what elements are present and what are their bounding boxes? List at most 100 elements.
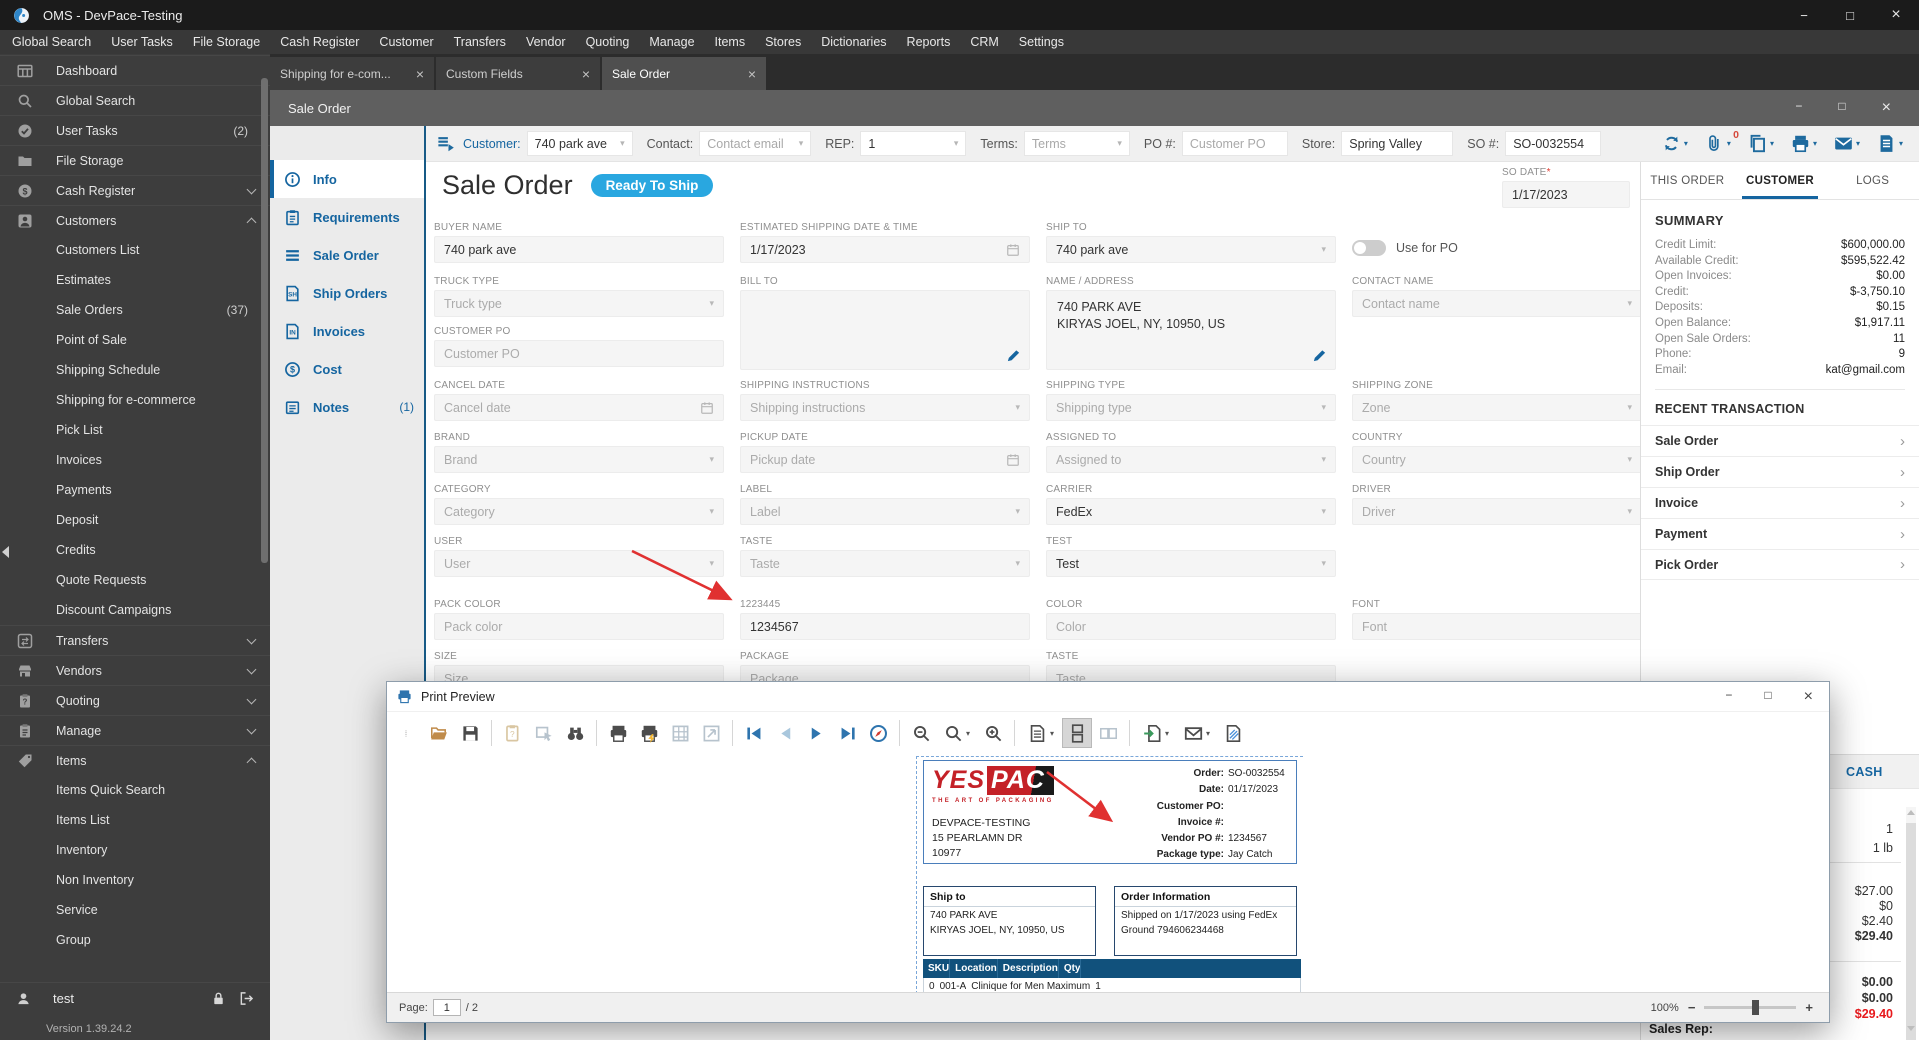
menu-item[interactable]: Cash Register bbox=[270, 30, 369, 54]
sidebar-item[interactable]: Quote Requests bbox=[0, 565, 270, 595]
sidebar-item[interactable]: Shipping Schedule bbox=[0, 355, 270, 385]
lock-icon[interactable] bbox=[211, 991, 226, 1006]
field-input[interactable]: User bbox=[434, 550, 724, 577]
attachment-icon[interactable]: 0 bbox=[1705, 129, 1739, 153]
zoom-slider-thumb[interactable] bbox=[1752, 1000, 1760, 1015]
sidebar-item[interactable]: $ Cash Register bbox=[0, 175, 270, 205]
document-tab[interactable]: Custom Fields bbox=[436, 57, 600, 90]
minimize-button[interactable] bbox=[1795, 99, 1802, 117]
tab-this-order[interactable]: THIS ORDER bbox=[1641, 162, 1734, 199]
sidebar-item[interactable]: ? Quoting bbox=[0, 685, 270, 715]
close-button[interactable] bbox=[1882, 99, 1891, 117]
recent-transaction-row[interactable]: Ship Order bbox=[1641, 456, 1919, 487]
calendar-icon[interactable] bbox=[1006, 453, 1020, 467]
continuous-view-icon[interactable] bbox=[1062, 718, 1092, 748]
menu-item[interactable]: User Tasks bbox=[101, 30, 183, 54]
save-icon[interactable] bbox=[455, 718, 485, 748]
tab-customer[interactable]: CUSTOMER bbox=[1734, 162, 1827, 199]
page-view-icon[interactable] bbox=[1021, 718, 1061, 748]
open-icon[interactable] bbox=[424, 718, 454, 748]
refresh-icon[interactable] bbox=[1662, 134, 1688, 153]
scroll-down-icon[interactable] bbox=[1907, 1026, 1915, 1031]
sidebar-item[interactable]: Discount Campaigns bbox=[0, 595, 270, 625]
sidebar-item[interactable]: Dashboard bbox=[0, 55, 270, 85]
sidebar-item[interactable]: Global Search bbox=[0, 85, 270, 115]
minimize-button[interactable] bbox=[1781, 0, 1827, 30]
section-nav-item[interactable]: Notes (1) bbox=[270, 388, 424, 426]
menu-item[interactable]: Global Search bbox=[2, 30, 101, 54]
facing-view-icon[interactable] bbox=[1093, 718, 1123, 748]
menu-item[interactable]: Manage bbox=[639, 30, 704, 54]
recent-transaction-row[interactable]: Payment bbox=[1641, 518, 1919, 549]
sidebar-item[interactable]: Items Quick Search bbox=[0, 775, 270, 805]
watermark-icon[interactable] bbox=[1218, 718, 1248, 748]
menu-item[interactable]: Transfers bbox=[444, 30, 516, 54]
sidebar-item[interactable]: Invoices bbox=[0, 445, 270, 475]
menu-item[interactable]: CRM bbox=[960, 30, 1008, 54]
logout-icon[interactable] bbox=[239, 991, 254, 1006]
document-tab[interactable]: Shipping for e-com... bbox=[270, 57, 434, 90]
section-nav-item[interactable]: Info bbox=[270, 160, 424, 198]
rep-select[interactable]: 1 bbox=[860, 131, 967, 156]
menu-item[interactable]: File Storage bbox=[183, 30, 270, 54]
section-nav-item[interactable]: Sale Order bbox=[270, 236, 424, 274]
export-icon[interactable] bbox=[1136, 718, 1176, 748]
sidebar-item[interactable]: Inventory bbox=[0, 835, 270, 865]
zoom-slider[interactable] bbox=[1704, 1000, 1797, 1015]
scroll-up-icon[interactable] bbox=[1907, 810, 1915, 815]
scrollbar-thumb[interactable] bbox=[1906, 823, 1916, 1040]
drag-handle-icon[interactable] bbox=[393, 718, 423, 748]
sidebar-item[interactable]: Manage bbox=[0, 715, 270, 745]
sidebar-item[interactable]: File Storage bbox=[0, 145, 270, 175]
bill-to-box[interactable] bbox=[740, 290, 1030, 370]
zoom-in-button[interactable]: + bbox=[1805, 1000, 1813, 1015]
sidebar-item[interactable]: Non Inventory bbox=[0, 865, 270, 895]
section-nav-item[interactable]: Requirements bbox=[270, 198, 424, 236]
sidebar-item[interactable]: Shipping for e-commerce bbox=[0, 385, 270, 415]
zoom-out-button[interactable]: − bbox=[1688, 1000, 1696, 1015]
field-input[interactable]: 1234567 bbox=[740, 613, 1030, 640]
sidebar-item[interactable]: Customers List bbox=[0, 235, 270, 265]
paste-icon[interactable]: ? bbox=[498, 718, 528, 748]
menu-item[interactable]: Reports bbox=[897, 30, 961, 54]
copy-icon[interactable] bbox=[1748, 134, 1774, 153]
section-nav-item[interactable]: SH Ship Orders bbox=[270, 274, 424, 312]
quick-print-icon[interactable] bbox=[634, 718, 664, 748]
sidebar-item[interactable]: Transfers bbox=[0, 625, 270, 655]
zoom-icon[interactable] bbox=[937, 718, 977, 748]
zoom-out-icon[interactable] bbox=[906, 718, 936, 748]
field-input[interactable]: Test bbox=[1046, 550, 1336, 577]
so-date-input[interactable]: 1/17/2023 bbox=[1502, 181, 1630, 208]
field-input[interactable]: Driver bbox=[1352, 498, 1640, 525]
field-input[interactable]: Shipping type bbox=[1046, 394, 1336, 421]
maximize-button[interactable] bbox=[1827, 0, 1873, 30]
edit-pencil-icon[interactable] bbox=[1312, 348, 1327, 363]
maximize-button[interactable] bbox=[1764, 688, 1771, 706]
sidebar-item[interactable]: Pick List bbox=[0, 415, 270, 445]
minimize-button[interactable] bbox=[1725, 688, 1732, 706]
sidebar-item[interactable]: Payments bbox=[0, 475, 270, 505]
sidebar-item[interactable]: Customers bbox=[0, 205, 270, 235]
field-input[interactable]: Cancel date bbox=[434, 394, 724, 421]
select-icon[interactable] bbox=[529, 718, 559, 748]
field-input[interactable]: Shipping instructions bbox=[740, 394, 1030, 421]
sidebar-item[interactable]: User Tasks (2) bbox=[0, 115, 270, 145]
customer-select[interactable]: 740 park ave bbox=[526, 131, 633, 156]
export-icon[interactable] bbox=[1877, 134, 1903, 153]
close-button[interactable] bbox=[1804, 688, 1813, 706]
field-input[interactable]: Pack color bbox=[434, 613, 724, 640]
sidebar-item[interactable]: Items bbox=[0, 745, 270, 775]
field-input[interactable]: 740 park ave bbox=[434, 236, 724, 263]
menu-item[interactable]: Quoting bbox=[576, 30, 640, 54]
page-setup-icon[interactable] bbox=[665, 718, 695, 748]
recent-transaction-row[interactable]: Invoice bbox=[1641, 487, 1919, 518]
prev-page-icon[interactable] bbox=[770, 718, 800, 748]
zoom-in-icon[interactable] bbox=[978, 718, 1008, 748]
sidebar-item[interactable]: Point of Sale bbox=[0, 325, 270, 355]
page-number-input[interactable] bbox=[432, 999, 461, 1016]
document-tab[interactable]: Sale Order bbox=[602, 57, 766, 90]
menu-item[interactable]: Customer bbox=[369, 30, 443, 54]
sidebar-item[interactable]: Estimates bbox=[0, 265, 270, 295]
sidebar-scrollbar[interactable] bbox=[261, 78, 268, 563]
section-nav-item[interactable]: $ Cost bbox=[270, 350, 424, 388]
